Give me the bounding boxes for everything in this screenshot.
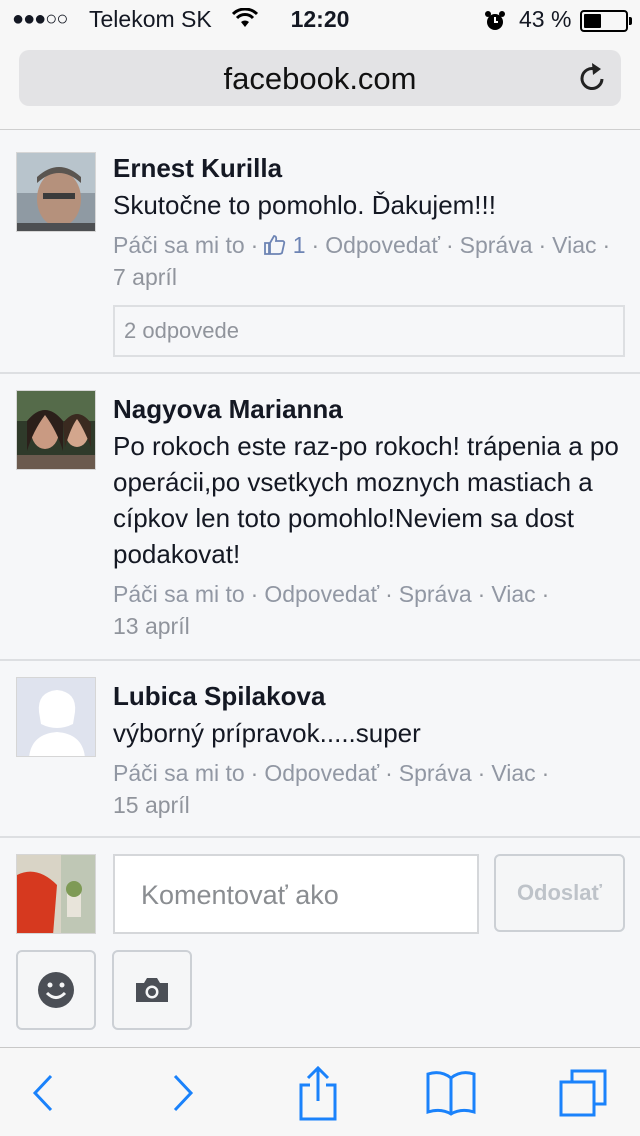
share-icon bbox=[299, 1065, 337, 1120]
comment-author[interactable]: Lubica Spilakova bbox=[113, 679, 625, 713]
comment-text: Skutočne to pomohlo. Ďakujem!!! bbox=[113, 190, 496, 220]
comment-body: Nagyova Marianna Po rokoch este raz-po r… bbox=[113, 392, 625, 642]
like-link[interactable]: Páči sa mi to bbox=[113, 760, 245, 786]
comment-composer: Komentovať ako Odoslať bbox=[0, 838, 640, 1048]
more-link[interactable]: Viac bbox=[491, 581, 535, 607]
comment-item: Lubica Spilakova výborný prípravok.....s… bbox=[0, 661, 640, 838]
tabs-icon bbox=[559, 1069, 607, 1116]
reload-icon[interactable] bbox=[579, 62, 607, 97]
camera-icon bbox=[136, 978, 168, 1002]
more-link[interactable]: Viac bbox=[491, 760, 535, 786]
comment-date[interactable]: 13 apríl bbox=[113, 613, 190, 639]
like-link[interactable]: Páči sa mi to bbox=[113, 232, 245, 258]
thumbs-up-icon bbox=[264, 235, 286, 255]
message-link[interactable]: Správa bbox=[460, 232, 533, 258]
more-link[interactable]: Viac bbox=[552, 232, 596, 258]
forward-button[interactable] bbox=[143, 1048, 223, 1136]
share-button[interactable] bbox=[278, 1048, 358, 1136]
comment-date[interactable]: 7 apríl bbox=[113, 264, 177, 290]
comment-actions: Páči sa mi to · Odpovedať · Správa · Viac · 13 … bbox=[113, 581, 550, 639]
user-avatar bbox=[16, 854, 96, 934]
alarm-icon bbox=[484, 10, 506, 38]
avatar[interactable] bbox=[16, 390, 96, 470]
comment-text: Po rokoch este raz-po rokoch! trápenia a… bbox=[113, 431, 619, 569]
status-bar: ●●●○○ Telekom SK 12:20 43 % bbox=[0, 0, 640, 40]
tabs-button[interactable] bbox=[543, 1048, 623, 1136]
bookmarks-icon bbox=[426, 1070, 476, 1116]
message-link[interactable]: Správa bbox=[399, 760, 472, 786]
comment-item: Nagyova Marianna Po rokoch este raz-po r… bbox=[0, 374, 640, 661]
photo-button[interactable] bbox=[112, 950, 192, 1030]
comment-text: výborný prípravok.....super bbox=[113, 718, 421, 748]
message-link[interactable]: Správa bbox=[399, 581, 472, 607]
like-count[interactable]: 1 bbox=[264, 232, 306, 258]
comment-actions: Páči sa mi to · Odpovedať · Správa · Viac · 15 … bbox=[113, 760, 550, 818]
send-button[interactable]: Odoslať bbox=[494, 854, 625, 932]
smiley-icon bbox=[38, 972, 74, 1008]
like-link[interactable]: Páči sa mi to bbox=[113, 581, 245, 607]
comment-item: Ernest Kurilla Skutočne to pomohlo. Ďaku… bbox=[0, 131, 640, 374]
comment-actions: Páči sa mi to · 1 · Odpovedať · Správa · Viac · … bbox=[113, 232, 611, 290]
reply-link[interactable]: Odpovedať bbox=[264, 581, 379, 607]
comment-date[interactable]: 15 apríl bbox=[113, 792, 190, 818]
reply-link[interactable]: Odpovedať bbox=[264, 760, 379, 786]
replies-button[interactable]: 2 odpovede bbox=[113, 305, 625, 357]
battery-icon bbox=[580, 10, 632, 32]
comment-author[interactable]: Ernest Kurilla bbox=[113, 151, 625, 185]
comment-body: Lubica Spilakova výborný prípravok.....s… bbox=[113, 679, 625, 821]
address-url[interactable]: facebook.com bbox=[19, 61, 621, 97]
comment-input[interactable]: Komentovať ako bbox=[113, 854, 479, 934]
comment-body: Ernest Kurilla Skutočne to pomohlo. Ďaku… bbox=[113, 151, 625, 357]
reply-link[interactable]: Odpovedať bbox=[325, 232, 440, 258]
browser-toolbar bbox=[0, 1047, 640, 1136]
comment-author[interactable]: Nagyova Marianna bbox=[113, 392, 625, 426]
forward-icon bbox=[173, 1074, 194, 1111]
emoji-button[interactable] bbox=[16, 950, 96, 1030]
back-icon bbox=[32, 1074, 53, 1111]
browser-top-bar: ●●●○○ Telekom SK 12:20 43 % facebook.com bbox=[0, 0, 640, 130]
like-count-value: 1 bbox=[292, 232, 306, 258]
bookmarks-button[interactable] bbox=[411, 1048, 491, 1136]
battery-nub bbox=[629, 17, 632, 25]
battery-percentage: 43 % bbox=[519, 6, 572, 32]
address-bar[interactable]: facebook.com bbox=[19, 50, 621, 106]
back-button[interactable] bbox=[3, 1048, 83, 1136]
avatar[interactable] bbox=[16, 677, 96, 757]
avatar[interactable] bbox=[16, 152, 96, 232]
battery-fill bbox=[584, 14, 601, 28]
